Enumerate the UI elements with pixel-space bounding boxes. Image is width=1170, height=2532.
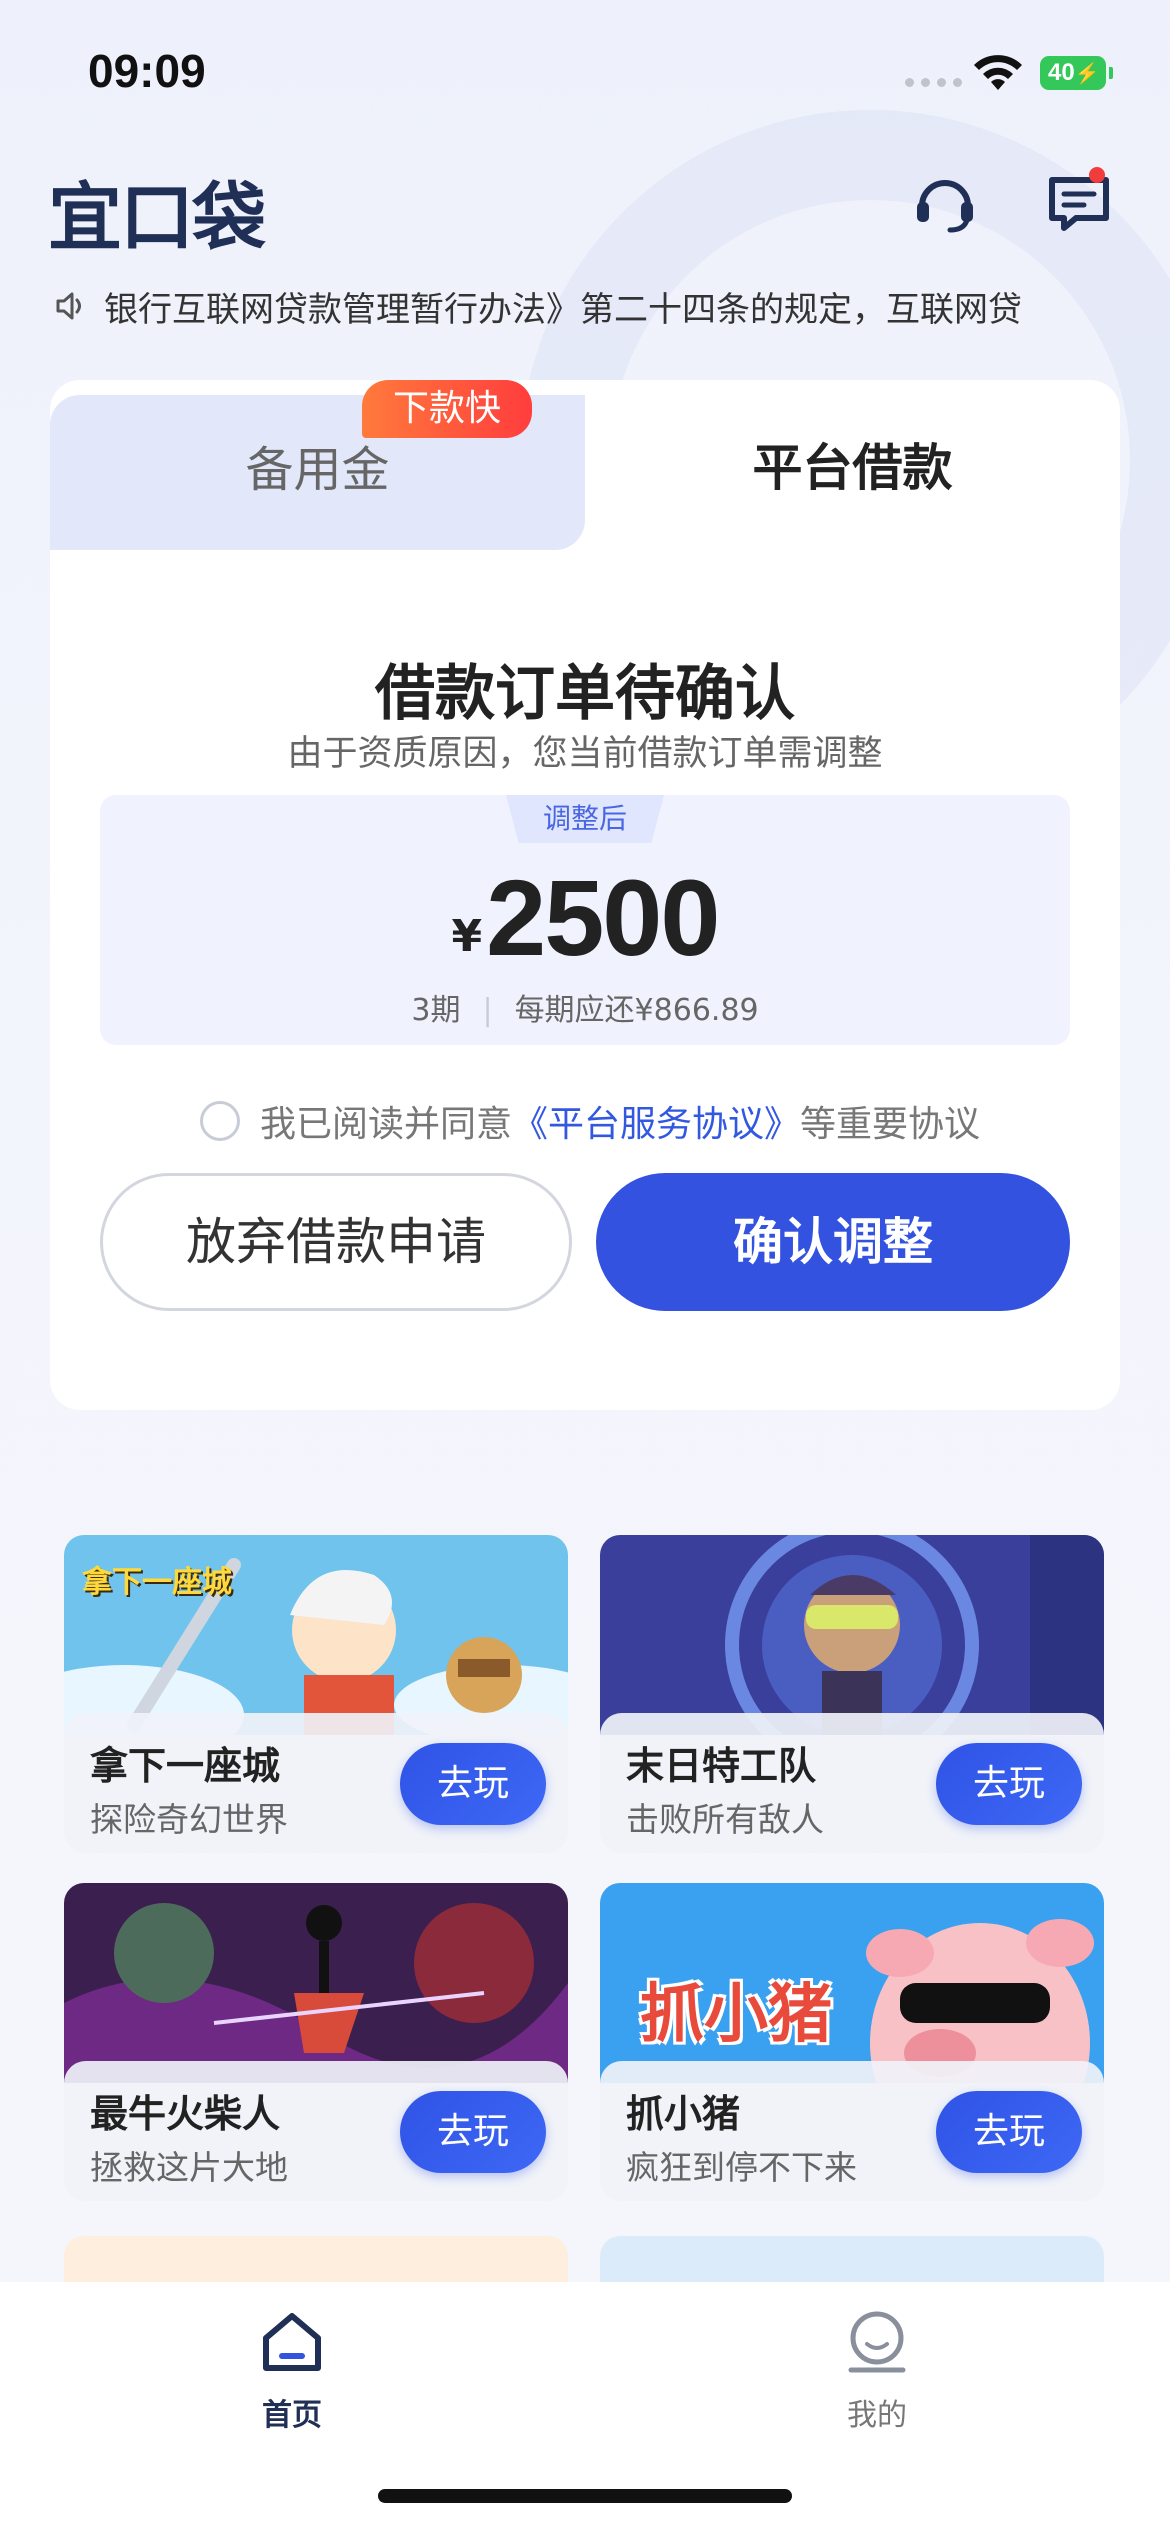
game-name: 末日特工队 (626, 1744, 817, 1788)
terms-divider: | (482, 993, 493, 1028)
game-name: 抓小猪 (626, 2092, 741, 2136)
status-time: 09:09 (88, 45, 206, 97)
service-agreement-link[interactable]: 《平台服务协议》 (512, 1095, 800, 1147)
tab-home[interactable]: 首页 (192, 2310, 392, 2434)
app-logo: 宜口袋 (48, 175, 266, 261)
battery-icon: 40⚡ (1040, 56, 1113, 90)
play-button[interactable]: 去玩 (400, 2091, 546, 2173)
currency-symbol: ¥ (451, 911, 483, 962)
play-button[interactable]: 去玩 (936, 1743, 1082, 1825)
game-name: 最牛火柴人 (90, 2092, 281, 2136)
agreement-prefix: 我已阅读并同意 (260, 1104, 513, 1145)
per-period-payment: 每期应还¥866.89 (514, 993, 759, 1028)
notice-text: 银行互联网贷款管理暂行办法》第二十四条的规定，互联网贷 (104, 289, 1022, 330)
agreement-row: 我已阅读并同意 《平台服务协议》 等重要协议 (200, 1095, 980, 1147)
wifi-icon (974, 55, 1022, 90)
battery-level: 40 (1048, 59, 1075, 86)
profile-icon (848, 2311, 906, 2373)
fast-loan-badge: 下款快 (362, 380, 532, 438)
tab-backup-fund-label: 备用金 (245, 442, 390, 498)
tab-profile-label: 我的 (847, 2398, 907, 2433)
loan-amount: ¥2500 (100, 855, 1070, 980)
game-art-title: 抓小猪 (640, 1978, 832, 2052)
game-card[interactable]: 抓小猪 抓小猪 疯狂到停不下来 去玩 (600, 1883, 1104, 2201)
message-unread-dot (1089, 167, 1105, 183)
order-subtitle: 由于资质原因，您当前借款订单需调整 (287, 734, 883, 774)
game-art (600, 1535, 1104, 1735)
abandon-loan-button[interactable]: 放弃借款申请 (100, 1173, 572, 1311)
repayment-terms: 3期 | 每期应还¥866.89 (100, 985, 1070, 1029)
cellular-signal-icon (905, 78, 962, 87)
amount-value: 2500 (486, 857, 720, 978)
home-indicator (378, 2489, 792, 2503)
confirm-adjust-button[interactable]: 确认调整 (596, 1173, 1070, 1311)
game-desc: 拯救这片大地 (90, 2148, 288, 2187)
status-bar: 09:09 40⚡ (0, 0, 1170, 150)
game-card[interactable]: 末日特工队 击败所有敌人 去玩 (600, 1535, 1104, 1853)
order-title: 借款订单待确认 (375, 659, 795, 729)
game-desc: 探险奇幻世界 (90, 1800, 288, 1839)
game-desc: 疯狂到停不下来 (626, 2148, 857, 2187)
tab-profile[interactable]: 我的 (777, 2310, 977, 2434)
home-icon (263, 2313, 321, 2371)
game-art-title: 拿下一座城 (82, 1565, 232, 1600)
adjusted-tag: 调整后 (506, 795, 664, 843)
agreement-suffix: 等重要协议 (800, 1104, 981, 1145)
tab-platform-loan-label: 平台借款 (752, 439, 953, 497)
game-desc: 击败所有敌人 (626, 1800, 824, 1839)
notice-bar[interactable]: 银行互联网贷款管理暂行办法》第二十四条的规定，互联网贷 (54, 278, 1124, 334)
agreement-checkbox[interactable] (200, 1101, 240, 1141)
period-count: 3期 (411, 993, 461, 1028)
game-name: 拿下一座城 (90, 1744, 281, 1788)
headset-icon[interactable] (912, 170, 978, 236)
game-card[interactable]: 最牛火柴人 拯救这片大地 去玩 (64, 1883, 568, 2201)
tab-home-label: 首页 (262, 2398, 322, 2433)
play-button[interactable]: 去玩 (400, 1743, 546, 1825)
speaker-icon (56, 292, 81, 320)
game-card[interactable]: 拿下一座城 拿下一座城 探险奇幻世界 去玩 (64, 1535, 568, 1853)
game-art (64, 1883, 568, 2083)
play-button[interactable]: 去玩 (936, 2091, 1082, 2173)
